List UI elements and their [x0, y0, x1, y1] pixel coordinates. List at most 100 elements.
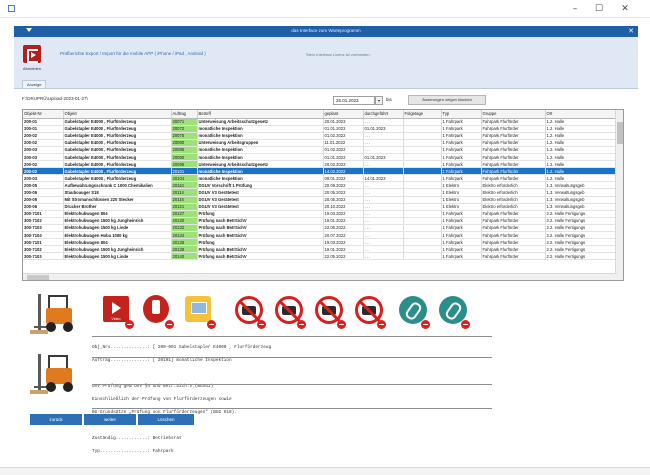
table-row[interactable]: 200-01 Gabelstapler E4000 , Flurförderzeu… — [23, 125, 618, 133]
table-cell: Fahrpark Flurförder — [481, 132, 546, 140]
table-cell: 1 Fahrpark — [441, 167, 482, 176]
table-row[interactable]: 300-7101 Elektrohubwagen 804 20136 Prüfung 1… — [23, 238, 618, 247]
table-cell: Fahrpark Flurförder — [481, 160, 546, 169]
table-cell: 1 Fahrpark — [441, 146, 482, 154]
upload-path: F:\DRUPRÜ\Upload-2023-01-27\ — [22, 96, 88, 101]
remove-pdf-icon[interactable] — [165, 320, 174, 329]
document-icon[interactable] — [182, 293, 216, 329]
table-cell: . . . — [363, 118, 404, 126]
table-cell: . . . — [363, 196, 404, 204]
table-cell: . . . — [363, 245, 404, 254]
table-cell: 300-7101 — [23, 210, 64, 218]
table-cell: DGUV V3 Gerätetest — [197, 203, 324, 211]
logout-icon[interactable] — [23, 45, 41, 63]
table-row[interactable]: 200-03 Gabelstapler E4000 , Flurförderzeu… — [23, 174, 618, 183]
pdf-icon[interactable] — [140, 293, 174, 329]
table-cell: . . . — [363, 167, 404, 176]
details-bottom-divider — [92, 408, 492, 409]
table-cell: 1 Fahrpark — [441, 139, 482, 147]
delete-button[interactable]: Löschen — [138, 414, 194, 425]
table-row[interactable]: 300-7102 Elektrohubwagen 1500 kg Junghein… — [23, 217, 618, 225]
no-camera-icon[interactable] — [272, 293, 306, 329]
table-row[interactable]: 300-7103 Elektrohubwagen 1500 kg Linde 201… — [23, 224, 618, 233]
no-camera-icon[interactable] — [312, 293, 346, 329]
table-cell: Gabelstapler E4000 , Flurförderzeug — [63, 132, 172, 140]
column-header[interactable]: Objekt — [63, 110, 172, 119]
show-changes-button[interactable]: Änderungen zeigen löschen — [408, 95, 486, 105]
column-header[interactable]: Gruppe — [481, 110, 546, 119]
table-row[interactable]: 200-02 Gabelstapler E4000 , Flurförderzeu… — [23, 132, 618, 140]
remove-video-icon[interactable] — [125, 320, 134, 329]
paperclip-icon[interactable] — [396, 293, 430, 329]
remove-document-icon[interactable] — [207, 320, 216, 329]
column-header[interactable]: Ort — [545, 110, 618, 119]
remove-photo-icon[interactable] — [377, 320, 386, 329]
table-row[interactable]: 200-05 Mit Stromanschlüssen 220 Stecker 20… — [23, 196, 618, 204]
table-row[interactable]: 200-06 Drucker Brother 20121 DGUV V3 Geräte… — [23, 203, 618, 211]
video-icon[interactable]: Video — [100, 293, 134, 329]
maximize-button[interactable]: ☐ — [590, 3, 608, 15]
column-header[interactable]: Objekt-Nr — [23, 110, 64, 119]
column-header[interactable]: Auftrag — [171, 110, 198, 119]
logout-label[interactable]: Abmelden — [19, 66, 45, 71]
table-cell: Elektro erforderlich — [481, 196, 546, 204]
table-header-row: Objekt-Nr Objekt Auftrag Betreff geplant durc… — [23, 110, 618, 119]
table-cell: 20090 — [171, 153, 198, 162]
table-row[interactable]: 300-7104 Elektrohubwagen Hoba 1000 kg 2013… — [23, 231, 618, 240]
column-header[interactable]: Betreff — [197, 110, 324, 119]
no-camera-icon[interactable] — [352, 293, 386, 329]
table-cell: 20.05.2022 — [323, 196, 364, 204]
column-header[interactable]: Folgetage — [403, 110, 442, 119]
table-row[interactable]: 200-02 Gabelstapler E4000 , Flurförderzeu… — [23, 160, 618, 169]
table-row[interactable]: 300-7103 Elektrohubwagen 1500 kg Linde 201… — [23, 252, 618, 261]
table-cell: Gabelstapler E4000 , Flurförderzeug — [63, 153, 172, 162]
horizontal-scroll-thumb[interactable] — [27, 275, 49, 280]
remove-attachment-icon[interactable] — [421, 320, 430, 329]
minimize-button[interactable]: – — [566, 3, 584, 15]
vertical-scrollbar[interactable] — [615, 110, 623, 280]
vertical-scroll-thumb[interactable] — [617, 122, 623, 144]
back-button[interactable]: zurück — [30, 414, 82, 425]
table-cell: 1.2. Halle — [545, 146, 618, 154]
table-cell: Elektrohubwagen Hoba 1000 kg — [63, 231, 172, 240]
tab-anzeige[interactable]: Anzeige — [22, 80, 47, 88]
table-cell: 200-03 — [23, 174, 64, 183]
inspection-grid[interactable]: Objekt-Nr Objekt Auftrag Betreff geplant durc… — [22, 109, 624, 281]
column-header[interactable]: durchgeführt — [363, 110, 404, 119]
table-cell: Fahrpark Flurförder — [481, 231, 546, 240]
table-cell: Fahrpark Flurförder — [481, 167, 546, 176]
table-row[interactable]: 200-02 Gabelstapler E4000 , Flurförderzeu… — [23, 167, 618, 176]
column-header[interactable]: geplant — [323, 110, 364, 119]
remove-photo-icon[interactable] — [257, 320, 266, 329]
table-row[interactable]: 200-02 Gabelstapler E4000 , Flurförderzeu… — [23, 139, 618, 147]
app-close-icon[interactable]: ✕ — [628, 27, 634, 35]
no-camera-icon[interactable] — [232, 293, 266, 329]
close-button[interactable]: ✕ — [616, 3, 634, 15]
table-row[interactable]: 200-03 Gabelstapler E4000 , Flurförderzeu… — [23, 146, 618, 154]
table-cell: 20121 — [171, 203, 198, 211]
table-cell — [403, 188, 442, 197]
column-header[interactable]: Typ — [441, 110, 482, 119]
table-cell: Drucker Brother — [63, 203, 172, 211]
table-cell: 20080 — [171, 139, 198, 147]
date-from-field[interactable]: 26.01.2023 — [333, 96, 375, 105]
table-row[interactable]: 200-05 Stauboauger S18 20114 DGUV V3 Geräte… — [23, 188, 618, 197]
table-cell: . . . — [363, 139, 404, 147]
table-row[interactable]: 200-05 Aufbewahrungsschrank C 1000 Chemik… — [23, 181, 618, 190]
paperclip-icon[interactable] — [436, 293, 470, 329]
table-cell — [403, 210, 442, 218]
next-button[interactable]: weiter — [84, 414, 136, 425]
table-row[interactable]: 300-7101 Elektrohubwagen 804 20127 Prüfung 1… — [23, 210, 618, 218]
table-row[interactable]: 200-01 Gabelstapler E4000 , Flurförderzeu… — [23, 118, 618, 126]
horizontal-scrollbar[interactable] — [23, 273, 617, 280]
remove-photo-icon[interactable] — [337, 320, 346, 329]
table-row[interactable]: 300-7102 Elektrohubwagen 1500 kg Junghein… — [23, 245, 618, 254]
table-cell: 2.2. Halle Fertigungs — [545, 252, 618, 261]
remove-photo-icon[interactable] — [297, 320, 306, 329]
table-cell: 2.2. Halle Fertigungs — [545, 231, 618, 240]
table-row[interactable]: 200-03 Gabelstapler E4000 , Flurförderzeu… — [23, 153, 618, 162]
table-cell: 01.01.2022 — [323, 153, 364, 162]
remove-attachment-icon[interactable] — [461, 320, 470, 329]
date-dropdown-button[interactable]: ▾ — [375, 96, 383, 105]
table-cell — [403, 203, 442, 211]
